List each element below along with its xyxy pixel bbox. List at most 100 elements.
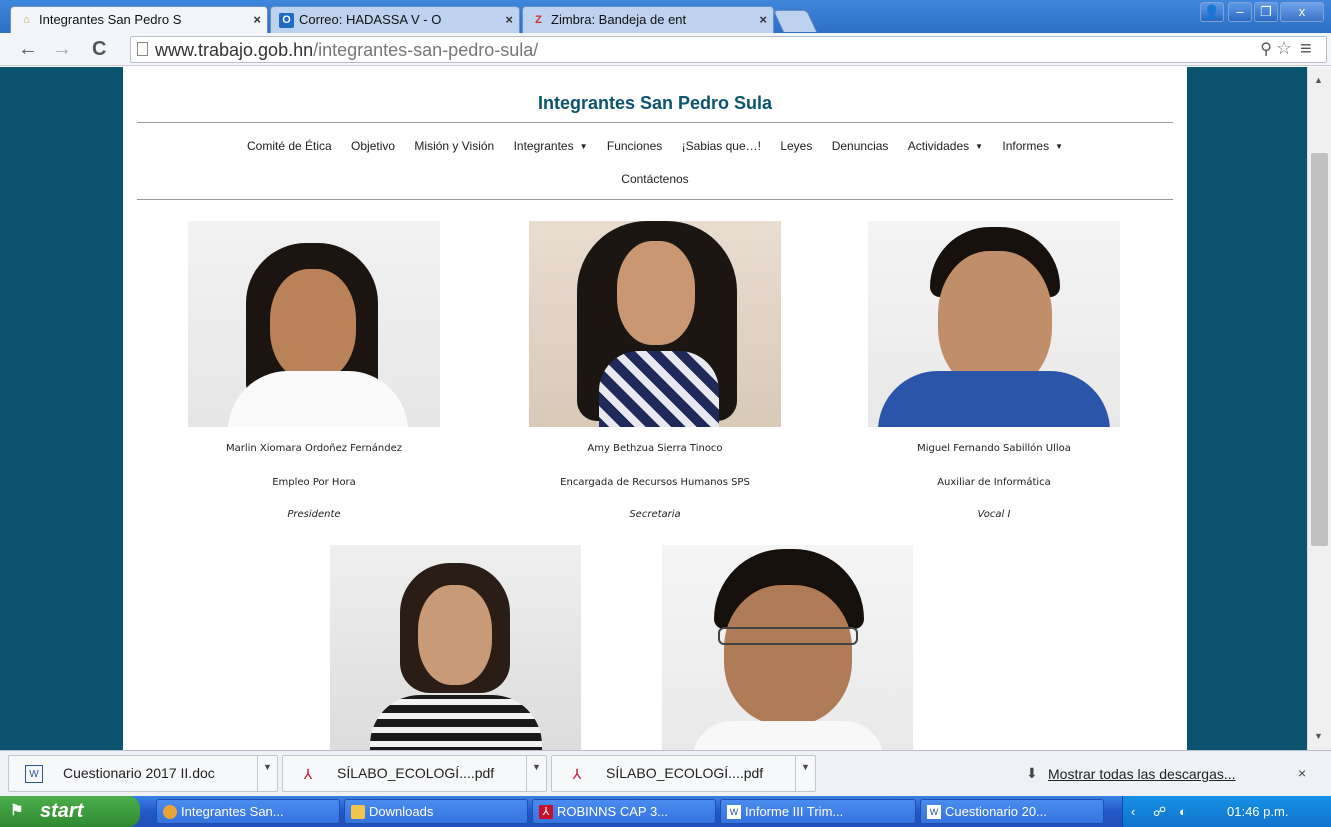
bookmark-star-icon[interactable]: ☆ (1276, 38, 1292, 59)
menu-label: Leyes (780, 139, 813, 153)
menu-item-denuncias[interactable]: Denuncias (832, 139, 889, 153)
tab-label: Integrantes San Pedro S (39, 12, 182, 27)
menu-label: Informes (1002, 139, 1050, 153)
minimize-button[interactable]: – (1228, 2, 1252, 22)
chevron-down-icon[interactable]: ▼ (257, 756, 277, 791)
download-label: SÍLABO_ECOLOGÍ....pdf (337, 765, 495, 781)
main-menu-row2: Contáctenos (123, 172, 1187, 186)
taskbar-item[interactable]: W Informe III Trim... (720, 799, 916, 824)
pdf-icon: ⅄ (572, 766, 582, 782)
member-card: Miguel Fernando Sabillón Ulloa Auxiliar … (868, 221, 1120, 520)
tab-strip: ⌂ Integrantes San Pedro S × O Correo: HA… (0, 0, 1331, 33)
member-role: Secretaria (629, 509, 681, 520)
member-photo (529, 221, 781, 427)
word-doc-icon: W (927, 805, 941, 819)
taskbar-item[interactable]: ⅄ ROBINNS CAP 3... (532, 799, 716, 824)
windows-flag-icon: ⚑ (10, 802, 24, 819)
taskbar-item[interactable]: Integrantes San... (156, 799, 340, 824)
menu-icon[interactable]: ≡ (1300, 38, 1312, 61)
word-doc-icon: W (25, 765, 43, 783)
task-label: Integrantes San... (181, 804, 284, 819)
pdf-icon: ⅄ (539, 805, 553, 819)
download-label: SÍLABO_ECOLOGÍ....pdf (606, 765, 764, 781)
download-item[interactable]: W Cuestionario 2017 II.doc ▼ (8, 755, 278, 792)
menu-item-comite[interactable]: Comité de Ética (247, 139, 332, 153)
menu-item-contactenos[interactable]: Contáctenos (621, 172, 688, 186)
network-icon[interactable]: ☍ (1153, 796, 1166, 827)
back-arrow-icon[interactable]: ← (18, 38, 38, 60)
menu-label: Objetivo (351, 139, 396, 153)
tab-zimbra[interactable]: Z Zimbra: Bandeja de ent × (522, 6, 774, 33)
pdf-icon: ⅄ (303, 766, 313, 782)
profile-icon[interactable]: 👤 (1200, 2, 1224, 22)
divider (137, 122, 1173, 123)
new-tab-button[interactable] (772, 10, 818, 32)
scroll-down-icon[interactable]: ▼ (1314, 731, 1323, 741)
menu-item-funciones[interactable]: Funciones (607, 139, 662, 153)
main-menu: Comité de Ética Objetivo Misión y Visión… (123, 139, 1187, 153)
forward-arrow-icon[interactable]: → (52, 38, 72, 60)
zoom-icon[interactable]: ⚲ (1260, 39, 1272, 59)
member-card: Amy Bethzua Sierra Tinoco Encargada de R… (529, 221, 781, 520)
downloads-bar: W Cuestionario 2017 II.doc ▼ ⅄ SÍLABO_EC… (0, 750, 1331, 796)
menu-item-mision[interactable]: Misión y Visión (414, 139, 494, 153)
tray-expand-icon[interactable]: ‹ (1131, 796, 1135, 827)
scroll-up-icon[interactable]: ▲ (1314, 75, 1323, 85)
menu-label: Funciones (606, 139, 663, 153)
close-window-button[interactable]: x (1280, 2, 1324, 22)
chevron-down-icon[interactable]: ▼ (795, 756, 815, 791)
menu-label: Integrantes (513, 139, 574, 153)
download-item[interactable]: ⅄ SÍLABO_ECOLOGÍ....pdf ▼ (551, 755, 816, 792)
zimbra-icon: Z (535, 14, 542, 26)
chevron-down-icon[interactable]: ▼ (526, 756, 546, 791)
maximize-button[interactable]: ❐ (1254, 2, 1278, 22)
divider (137, 199, 1173, 200)
reload-icon[interactable]: C (92, 38, 106, 60)
close-tab-icon[interactable]: × (505, 7, 513, 33)
chrome-icon (163, 805, 177, 819)
browser-toolbar: ← → C www.trabajo.gob.hn/integrantes-san… (0, 33, 1331, 66)
start-button[interactable]: ⚑ start (0, 796, 140, 827)
download-item[interactable]: ⅄ SÍLABO_ECOLOGÍ....pdf ▼ (282, 755, 547, 792)
menu-item-sabias[interactable]: ¡Sabias que…! (682, 139, 761, 153)
tab-correo[interactable]: O Correo: HADASSA V - O × (270, 6, 520, 33)
taskbar-item[interactable]: Downloads (344, 799, 528, 824)
close-tab-icon[interactable]: × (759, 7, 767, 33)
folder-icon (351, 805, 365, 819)
word-doc-icon: W (727, 805, 741, 819)
vertical-scrollbar[interactable]: ▲ ▼ (1307, 67, 1331, 750)
clock: 01:46 p.m. (1227, 804, 1289, 819)
close-tab-icon[interactable]: × (253, 7, 261, 33)
member-job: Auxiliar de Informática (937, 477, 1051, 488)
tab-label: Correo: HADASSA V - O (299, 12, 442, 27)
member-photo (868, 221, 1120, 427)
menu-item-objetivo[interactable]: Objetivo (351, 139, 395, 153)
menu-item-integrantes[interactable]: Integrantes ▼ (514, 139, 588, 153)
menu-label: ¡Sabias que…! (681, 139, 761, 153)
member-photo (662, 545, 913, 750)
menu-item-actividades[interactable]: Actividades ▼ (908, 139, 983, 153)
scrollbar-thumb[interactable] (1311, 153, 1328, 546)
member-name: Marlin Xiomara Ordoñez Fernández (225, 443, 402, 454)
outlook-icon: O (279, 13, 294, 28)
volume-icon[interactable]: ◐ (1179, 796, 1187, 827)
address-bar[interactable]: www.trabajo.gob.hn/integrantes-san-pedro… (130, 36, 1327, 63)
url-path: /integrantes-san-pedro-sula/ (313, 40, 539, 60)
task-label: ROBINNS CAP 3... (557, 804, 669, 819)
taskbar-item[interactable]: W Cuestionario 20... (920, 799, 1104, 824)
menu-item-informes[interactable]: Informes ▼ (1002, 139, 1063, 153)
page-viewport: Integrantes San Pedro Sula Comité de Éti… (0, 67, 1307, 750)
url-text: www.trabajo.gob.hn/integrantes-san-pedro… (155, 40, 538, 61)
dropdown-caret-icon: ▼ (579, 142, 588, 151)
taskbar: ⚑ start Integrantes San... Downloads ⅄ R… (0, 796, 1331, 827)
member-card: Marlin Xiomara Ordoñez Fernández Empleo … (188, 221, 440, 520)
menu-item-leyes[interactable]: Leyes (780, 139, 812, 153)
download-label: Cuestionario 2017 II.doc (63, 765, 215, 781)
tab-integrantes[interactable]: ⌂ Integrantes San Pedro S × (10, 6, 268, 33)
dropdown-caret-icon: ▼ (975, 142, 984, 151)
show-all-downloads-link[interactable]: Mostrar todas las descargas... (1048, 766, 1236, 782)
start-label: start (40, 800, 84, 822)
member-photo (188, 221, 440, 427)
close-icon[interactable]: × (1298, 765, 1306, 781)
member-photo (330, 545, 581, 750)
